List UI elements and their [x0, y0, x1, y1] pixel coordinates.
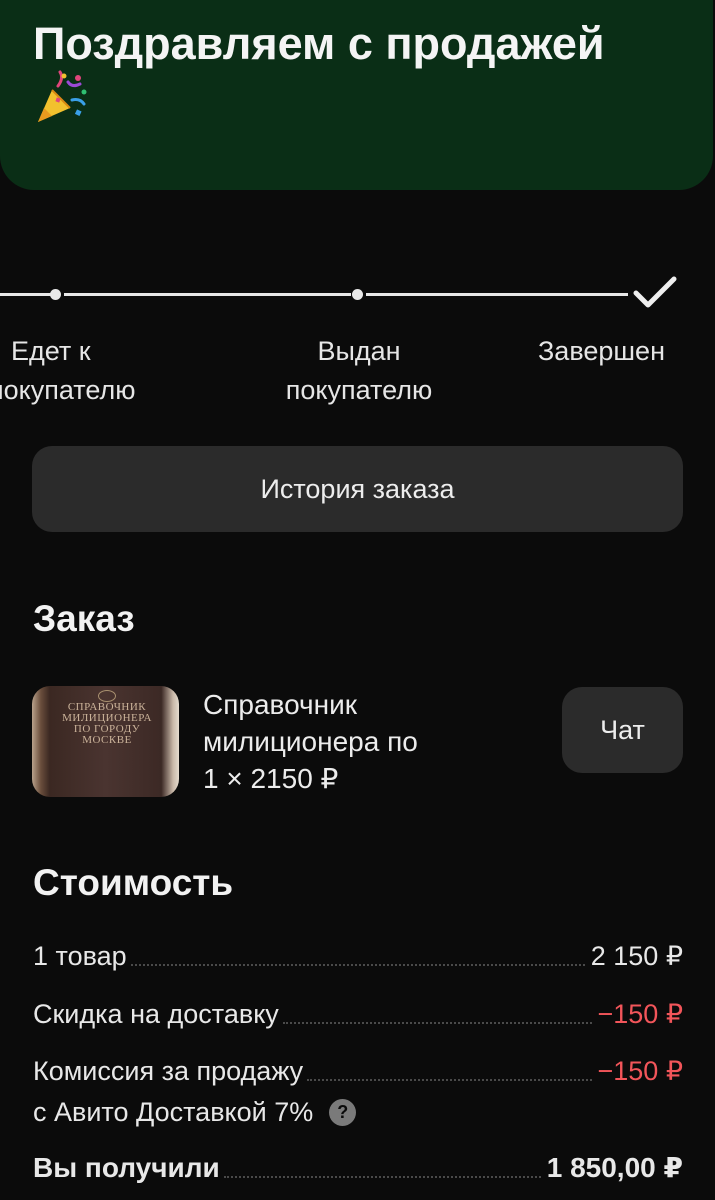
- cost-row-label: Комиссия за продажу: [33, 1056, 304, 1086]
- cost-row-items: 1 товар 2 150 ₽: [33, 938, 683, 974]
- tracker-line: [64, 293, 351, 296]
- step-label-completed: Завершен: [538, 336, 665, 366]
- total-label: Вы получили: [33, 1152, 220, 1183]
- cost-row-delivery-discount: Скидка на доставку −150 ₽: [33, 996, 683, 1032]
- chat-button[interactable]: Чат: [562, 687, 683, 773]
- page-title: Поздравляем с продажей: [33, 18, 605, 69]
- step-label-in-transit: Едет к покупателю: [0, 336, 136, 405]
- tracker-line: [366, 293, 628, 296]
- header-banner: Поздравляем с продажей: [0, 0, 713, 190]
- cost-section-title: Стоимость: [33, 862, 234, 903]
- tracker-dot-step-1: [50, 289, 61, 300]
- question-icon[interactable]: ?: [329, 1098, 357, 1126]
- cost-row-value: 2 150 ₽: [590, 941, 683, 971]
- cost-row-label: Скидка на доставку: [33, 999, 279, 1029]
- item-title-line-2: милиционера по: [203, 726, 418, 757]
- commission-subline-label: с Авито Доставкой 7%: [33, 1097, 314, 1127]
- cost-row-value: −150 ₽: [597, 1056, 684, 1086]
- cost-row-value: −150 ₽: [597, 999, 684, 1029]
- book-cover-text: СПРАВОЧНИК МИЛИЦИОНЕРА ПО ГОРОДУ МОСКВЕ: [62, 701, 152, 746]
- dotted-leader: [282, 1022, 592, 1024]
- item-title-line-1: Справочник: [203, 689, 357, 720]
- cost-row-commission: Комиссия за продажу −150 ₽: [33, 1053, 683, 1089]
- dotted-leader: [130, 964, 585, 966]
- party-popper-icon: [38, 70, 87, 122]
- item-thumbnail[interactable]: СПРАВОЧНИК МИЛИЦИОНЕРА ПО ГОРОДУ МОСКВЕ: [32, 686, 179, 797]
- dotted-leader: [307, 1079, 592, 1081]
- order-section-title: Заказ: [33, 598, 135, 639]
- dotted-leader: [223, 1176, 541, 1178]
- commission-subline: с Авито Доставкой 7% ?: [33, 1094, 357, 1130]
- total-value: 1 850,00 ₽: [546, 1152, 683, 1183]
- check-icon: [633, 276, 677, 308]
- tracker-line: [0, 293, 52, 296]
- item-info[interactable]: Справочник милиционера по 1 × 2150 ₽: [203, 686, 543, 797]
- tracker-dot-step-2: [352, 289, 363, 300]
- cost-row-label: 1 товар: [33, 941, 127, 971]
- item-price: 1 × 2150 ₽: [203, 763, 339, 794]
- step-label-delivered: Выдан покупателю: [285, 336, 433, 405]
- cost-row-total: Вы получили 1 850,00 ₽: [33, 1150, 683, 1186]
- order-history-button[interactable]: История заказа: [32, 446, 683, 532]
